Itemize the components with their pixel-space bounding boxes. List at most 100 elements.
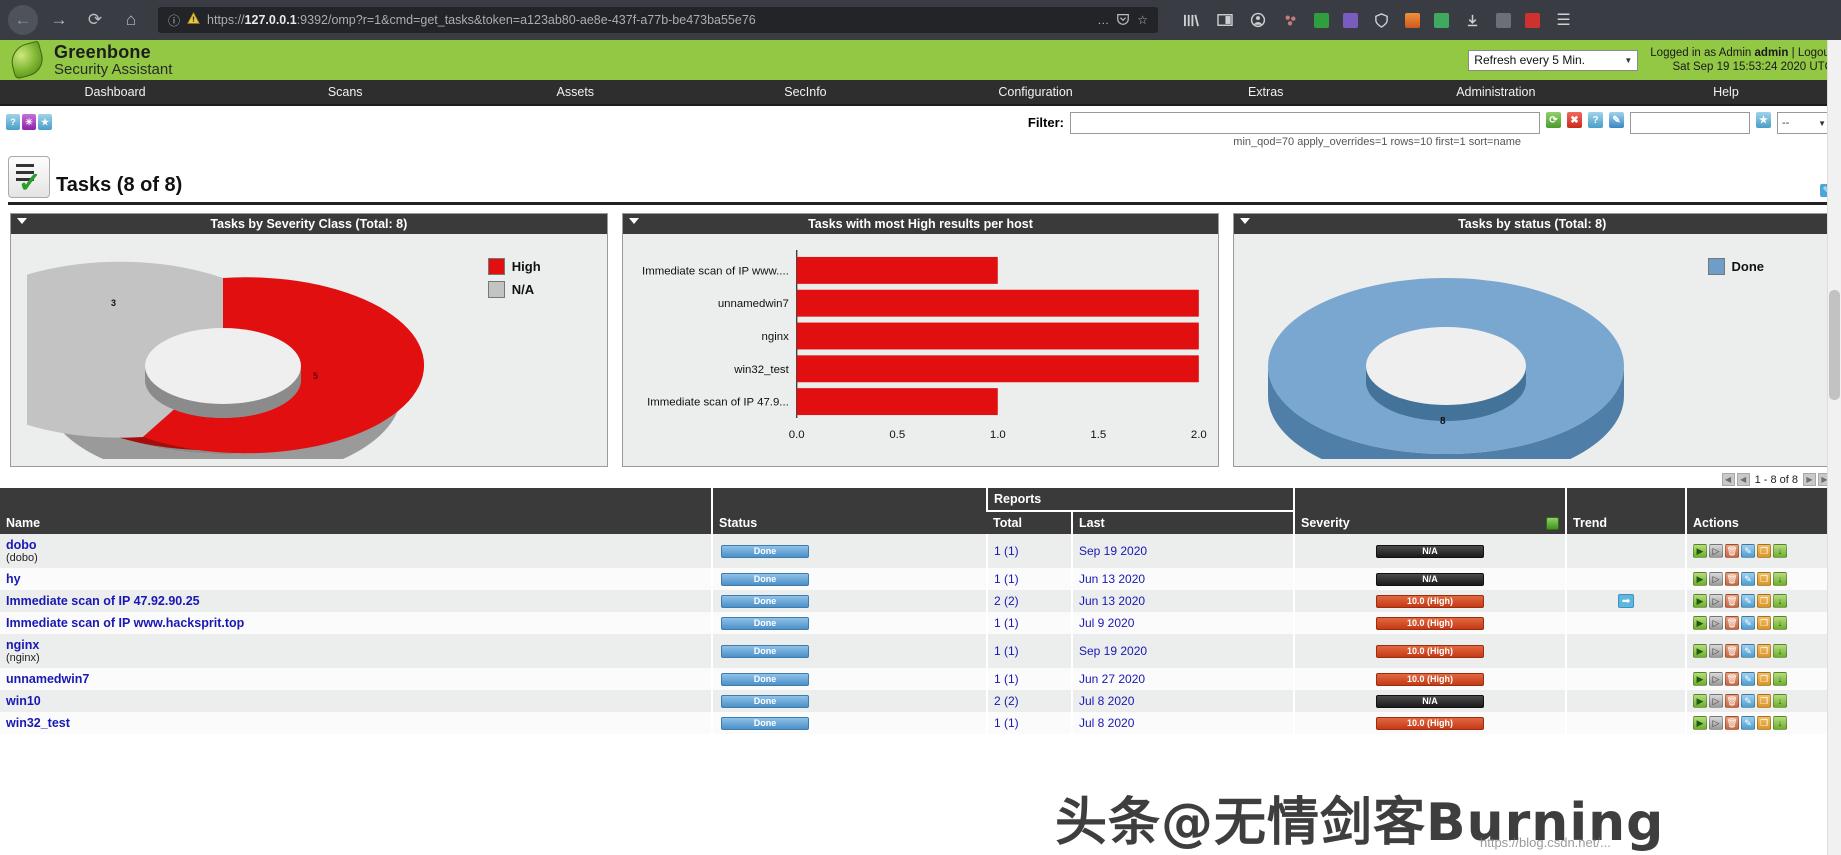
page-info-icon[interactable]: ⓘ (168, 12, 180, 29)
filter-help-icon[interactable]: ? (1588, 112, 1603, 128)
task-name-link[interactable]: nginx (6, 638, 39, 652)
edit-icon[interactable]: ✎ (1741, 716, 1756, 730)
reports-last-link[interactable]: Jun 13 2020 (1079, 594, 1145, 608)
column-header-reports-last[interactable]: Last (1070, 511, 1295, 534)
clone-icon[interactable]: ❐ (1757, 544, 1772, 558)
column-header-reports-total[interactable]: Total (987, 511, 1072, 534)
bar[interactable] (796, 289, 1199, 317)
status-badge[interactable]: Done (721, 644, 809, 658)
reports-last-link[interactable]: Sep 19 2020 (1079, 644, 1147, 658)
nav-item-extras[interactable]: Extras (1151, 79, 1381, 105)
task-name-link[interactable]: Immediate scan of IP 47.92.90.25 (6, 594, 200, 608)
start-icon[interactable]: ▶ (1693, 694, 1708, 708)
export-icon[interactable]: ↓ (1773, 594, 1788, 608)
status-badge[interactable]: Done (721, 616, 809, 630)
first-page-button[interactable]: ◀ (1721, 473, 1735, 486)
nav-item-help[interactable]: Help (1611, 79, 1841, 105)
chevron-down-icon[interactable] (1240, 218, 1251, 224)
extension-green-icon[interactable] (1314, 12, 1329, 28)
extension-dots-icon[interactable] (1281, 11, 1300, 30)
edit-icon[interactable]: ✎ (1741, 594, 1756, 608)
nav-item-secinfo[interactable]: SecInfo (690, 79, 920, 105)
task-name-link[interactable]: win10 (6, 694, 41, 708)
pocket-icon[interactable] (1116, 12, 1130, 29)
reports-last-link[interactable]: Sep 19 2020 (1079, 544, 1147, 558)
bookmark-star-icon[interactable]: ☆ (1137, 13, 1148, 27)
reports-last-link[interactable]: Jul 8 2020 (1079, 716, 1134, 730)
bar[interactable] (796, 388, 998, 416)
scrollbar-thumb[interactable] (1829, 290, 1840, 400)
status-badge[interactable]: Done (721, 716, 809, 730)
extension-orange-icon[interactable] (1405, 12, 1420, 28)
export-icon[interactable]: ↓ (1773, 672, 1788, 686)
reports-total-link[interactable]: 1 (1) (994, 716, 1019, 730)
resume-icon[interactable]: ▷ (1709, 694, 1724, 708)
status-badge[interactable]: Done (721, 672, 809, 686)
clone-icon[interactable]: ❐ (1757, 644, 1772, 658)
nav-item-administration[interactable]: Administration (1381, 79, 1611, 105)
task-name-link[interactable]: Immediate scan of IP www.hacksprit.top (6, 616, 244, 630)
refresh-filter-icon[interactable]: ⟳ (1546, 112, 1561, 128)
prev-page-button[interactable]: ◀ (1736, 473, 1750, 486)
sidebar-icon[interactable] (1215, 11, 1234, 30)
start-icon[interactable]: ▶ (1693, 572, 1708, 586)
clone-icon[interactable]: ❐ (1757, 616, 1772, 630)
extension-shield-icon[interactable] (1372, 11, 1391, 30)
delete-icon[interactable]: 🗑 (1725, 716, 1740, 730)
clone-icon[interactable]: ❐ (1757, 694, 1772, 708)
clone-icon[interactable]: ❐ (1757, 672, 1772, 686)
resume-icon[interactable]: ▷ (1709, 716, 1724, 730)
resume-icon[interactable]: ▷ (1709, 544, 1724, 558)
app-menu-icon[interactable]: ☰ (1554, 11, 1573, 30)
export-icon[interactable]: ↓ (1773, 616, 1788, 630)
resume-icon[interactable]: ▷ (1709, 616, 1724, 630)
reports-total-link[interactable]: 1 (1) (994, 672, 1019, 686)
bar[interactable] (796, 256, 998, 284)
reset-filter-icon[interactable]: ✖ (1567, 112, 1582, 128)
clone-icon[interactable]: ❐ (1757, 716, 1772, 730)
extension-teal-icon[interactable] (1434, 12, 1449, 28)
resume-icon[interactable]: ▷ (1709, 572, 1724, 586)
severity-info-icon[interactable] (1546, 517, 1560, 530)
task-name-link[interactable]: dobo (6, 538, 37, 552)
wizard-icon[interactable]: ✳ (22, 114, 36, 130)
edit-icon[interactable]: ✎ (1741, 694, 1756, 708)
edit-icon[interactable]: ✎ (1741, 544, 1756, 558)
reports-last-link[interactable]: Jul 8 2020 (1079, 694, 1134, 708)
delete-icon[interactable]: 🗑 (1725, 672, 1740, 686)
start-icon[interactable]: ▶ (1693, 616, 1708, 630)
task-name-link[interactable]: win32_test (6, 716, 70, 730)
back-button[interactable]: ← (8, 5, 38, 35)
column-header-severity[interactable]: Severity (1293, 488, 1567, 534)
chevron-down-icon[interactable] (628, 218, 639, 224)
resume-icon[interactable]: ▷ (1709, 644, 1724, 658)
start-icon[interactable]: ▶ (1693, 644, 1708, 658)
delete-icon[interactable]: 🗑 (1725, 616, 1740, 630)
resume-icon[interactable]: ▷ (1709, 672, 1724, 686)
panel-header[interactable]: Tasks by Severity Class (Total: 8) (11, 214, 607, 234)
page-actions-icon[interactable]: … (1097, 13, 1109, 27)
reports-total-link[interactable]: 1 (1) (994, 544, 1019, 558)
panel-header[interactable]: Tasks with most High results per host (622, 214, 1219, 234)
page-scrollbar[interactable] (1827, 40, 1841, 855)
column-header-trend[interactable]: Trend (1565, 488, 1687, 534)
delete-icon[interactable]: 🗑 (1725, 594, 1740, 608)
extension-red-icon[interactable] (1525, 12, 1540, 28)
export-icon[interactable]: ↓ (1773, 544, 1788, 558)
bar[interactable] (796, 355, 1199, 383)
edit-filter-icon[interactable]: ✎ (1609, 112, 1624, 128)
edit-icon[interactable]: ✎ (1741, 644, 1756, 658)
export-icon[interactable]: ↓ (1773, 694, 1788, 708)
filter-name-input[interactable] (1630, 112, 1750, 134)
nav-item-configuration[interactable]: Configuration (921, 79, 1151, 105)
reports-total-link[interactable]: 2 (2) (994, 594, 1019, 608)
clone-icon[interactable]: ❐ (1757, 572, 1772, 586)
status-badge[interactable]: Done (721, 594, 809, 608)
delete-icon[interactable]: 🗑 (1725, 694, 1740, 708)
start-icon[interactable]: ▶ (1693, 544, 1708, 558)
status-badge[interactable]: Done (721, 572, 809, 586)
home-button[interactable]: ⌂ (116, 5, 146, 35)
bar[interactable] (796, 322, 1199, 350)
extension-gray-icon[interactable] (1496, 12, 1511, 28)
account-icon[interactable] (1248, 11, 1267, 30)
